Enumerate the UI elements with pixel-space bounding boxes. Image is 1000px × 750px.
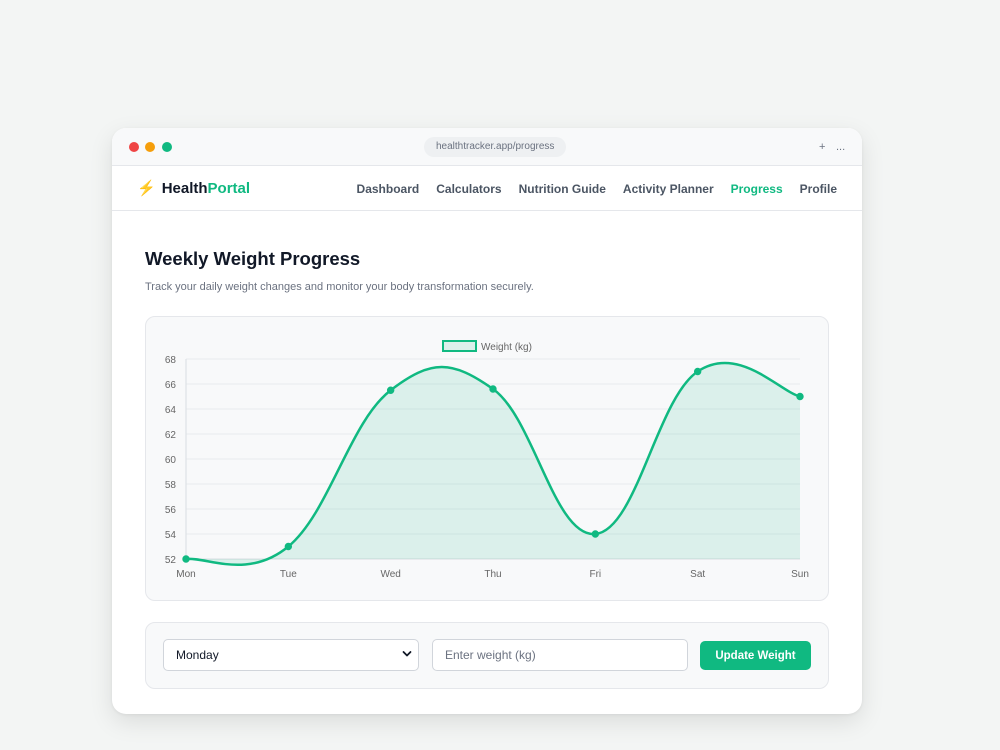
y-tick-label: 62	[165, 430, 177, 441]
nav-link-profile[interactable]: Profile	[800, 182, 837, 196]
site-navbar: ⚡ Health Portal Dashboard Calculators Nu…	[112, 166, 862, 211]
y-tick-label: 56	[165, 505, 177, 516]
y-tick-label: 64	[165, 405, 177, 416]
nav-link-calculators[interactable]: Calculators	[436, 182, 501, 196]
browser-menu-button[interactable]: ...	[836, 140, 845, 154]
page-subtitle: Track your daily weight changes and moni…	[145, 281, 534, 293]
x-tick-label: Fri	[589, 569, 601, 580]
y-tick-label: 68	[165, 355, 177, 366]
y-tick-label: 54	[165, 530, 177, 541]
x-tick-label: Sun	[791, 569, 809, 580]
data-point	[796, 392, 804, 401]
y-tick-label: 66	[165, 380, 177, 391]
legend-label: Weight (kg)	[481, 342, 532, 353]
data-point	[182, 555, 190, 563]
address-bar[interactable]: healthtracker.app/progress	[424, 137, 567, 157]
nav-link-nutrition-guide[interactable]: Nutrition Guide	[519, 182, 606, 196]
nav-link-dashboard[interactable]: Dashboard	[357, 182, 420, 196]
day-select[interactable]: MondayTuesdayWednesdayThursdayFridaySatu…	[163, 639, 419, 671]
nav-link-progress[interactable]: Progress	[731, 182, 783, 196]
x-tick-label: Thu	[484, 569, 501, 580]
y-tick-label: 58	[165, 480, 177, 491]
new-tab-button[interactable]: +	[819, 140, 825, 154]
data-point	[693, 367, 702, 376]
x-tick-label: Sat	[690, 569, 705, 580]
legend-swatch	[442, 340, 477, 352]
x-tick-label: Tue	[280, 569, 297, 580]
x-tick-label: Wed	[380, 569, 400, 580]
browser-titlebar: healthtracker.app/progress + ...	[112, 128, 862, 166]
data-point	[489, 385, 497, 393]
close-window-button[interactable]	[129, 142, 139, 152]
data-point	[386, 386, 395, 394]
brand-name-part1: Health	[161, 179, 208, 197]
weight-input[interactable]	[432, 639, 688, 671]
maximize-window-button[interactable]	[162, 142, 172, 152]
x-tick-label: Mon	[176, 569, 195, 580]
area-fill	[186, 362, 800, 565]
browser-window: healthtracker.app/progress + ... ⚡ Healt…	[112, 128, 862, 714]
nav-links: Dashboard Calculators Nutrition Guide Ac…	[357, 166, 837, 211]
page-title: Weekly Weight Progress	[145, 248, 361, 269]
update-weight-button[interactable]: Update Weight	[700, 641, 811, 670]
weight-line-chart: 52 54 56 58 60 62 64 66 68 Mon Tue Wed Thu Fri Sat Sun W…	[165, 340, 809, 580]
data-point	[591, 530, 600, 538]
data-point	[284, 542, 293, 551]
lightning-icon: ⚡	[137, 180, 156, 197]
y-tick-label: 60	[165, 455, 177, 466]
brand-logo[interactable]: ⚡ Health Portal	[137, 178, 250, 198]
brand-name-part2: Portal	[207, 179, 251, 197]
minimize-window-button[interactable]	[145, 142, 155, 152]
nav-link-activity-planner[interactable]: Activity Planner	[623, 182, 714, 196]
weight-form: MondayTuesdayWednesdayThursdayFridaySatu…	[145, 622, 829, 689]
chart-card: 52 54 56 58 60 62 64 66 68 Mon Tue Wed Thu Fri Sat Sun W…	[145, 316, 829, 601]
y-tick-label: 52	[165, 555, 177, 566]
